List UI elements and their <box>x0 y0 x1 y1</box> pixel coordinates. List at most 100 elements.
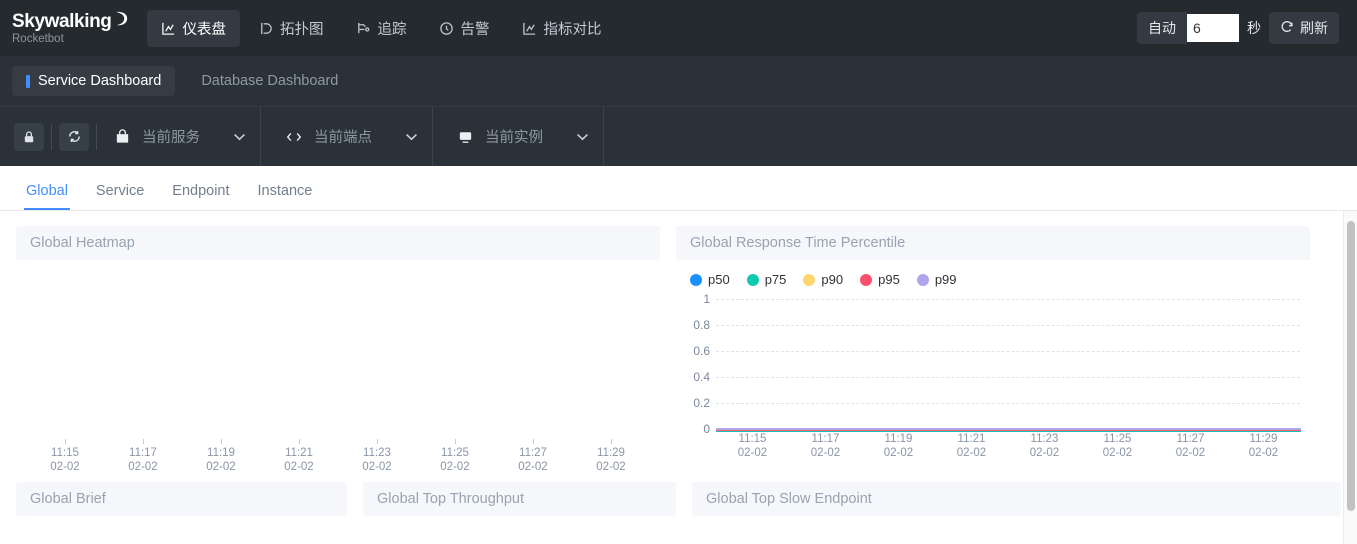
nav-item-trace[interactable]: 追踪 <box>342 10 421 47</box>
panel-global-top-throughput: Global Top Throughput <box>355 482 684 516</box>
legend-label-p99: p99 <box>934 272 957 287</box>
nav-item-alarm[interactable]: 告警 <box>425 10 504 47</box>
content-scrollbar-thumb[interactable] <box>1347 221 1355 511</box>
x-tick-label: 11:23 02-02 <box>1029 433 1060 459</box>
y-tick-label: 1 <box>703 292 710 306</box>
endpoint-code-icon <box>285 129 303 145</box>
selector-group-endpoint: 当前端点 <box>261 107 433 166</box>
chart-gridlines <box>716 299 1300 430</box>
lock-icon[interactable] <box>14 122 44 151</box>
top-navigation-bar: Skywalking Rocketbot 仪表盘 拓扑图 追踪 告警 指标对比 … <box>0 0 1357 56</box>
panel-title-brief: Global Brief <box>16 482 347 516</box>
nav-item-topology[interactable]: 拓扑图 <box>244 10 338 47</box>
x-tick-mark <box>64 439 66 444</box>
content-scrollbar-track[interactable] <box>1343 211 1357 544</box>
x-tick-mark <box>220 439 222 444</box>
legend-dot-p95 <box>860 273 873 286</box>
legend-item-p75[interactable]: p75 <box>746 272 787 287</box>
refresh-controls: 自动 秒 刷新 <box>1137 0 1339 56</box>
x-tick-mark <box>376 439 378 444</box>
selector-group-service: 当前服务 <box>0 107 261 166</box>
x-tick-label: 11:23 02-02 <box>338 439 416 474</box>
y-tick-label: 0.6 <box>693 344 710 358</box>
nav-label-trace: 追踪 <box>377 21 407 38</box>
heatmap-x-axis: 11:15 02-02 11:17 02-02 11:19 02-02 11:21 02-02… <box>26 439 650 474</box>
y-tick-label: 0.4 <box>693 370 710 384</box>
y-axis-labels: 1 0.8 0.6 0.4 0.2 0 <box>676 292 710 436</box>
legend-item-p90[interactable]: p90 <box>803 272 843 287</box>
x-tick-label: 11:17 02-02 <box>104 439 182 474</box>
dashboard-tab-database[interactable]: Database Dashboard <box>187 66 352 96</box>
legend-dot-p90 <box>803 273 816 286</box>
x-tick-mark <box>454 439 456 444</box>
dashboard-tab-service-label: Service Dashboard <box>38 73 162 89</box>
selector-endpoint-label: 当前端点 <box>314 130 372 146</box>
percentile-plot-area: 1 0.8 0.6 0.4 0.2 0 11:15 02-02 11:17 02-02 11:19… <box>676 292 1310 459</box>
dashboard-tab-service[interactable]: Service Dashboard <box>12 66 176 96</box>
dashboard-tab-database-label: Database Dashboard <box>201 73 339 89</box>
selector-instance[interactable]: 当前实例 <box>447 126 589 147</box>
legend-item-p99[interactable]: p99 <box>916 272 957 287</box>
chevron-down-icon[interactable] <box>233 130 246 144</box>
x-tick-label: 11:17 02-02 <box>810 433 841 459</box>
chevron-down-icon[interactable] <box>405 130 418 144</box>
x-tick-label: 11:27 02-02 <box>1175 433 1206 459</box>
chart-row-bottom: Global Brief Global Top Throughput Globa… <box>0 482 1357 516</box>
x-tick-mark <box>142 439 144 444</box>
tab-global[interactable]: Global <box>12 183 82 210</box>
auto-refresh-button[interactable]: 自动 <box>1137 12 1187 44</box>
dashboard-content: Global Heatmap 11:15 02-02 11:17 02-02 11:19… <box>0 211 1357 544</box>
nav-item-dashboard[interactable]: 仪表盘 <box>146 9 240 47</box>
app-logo[interactable]: Skywalking Rocketbot <box>0 10 147 46</box>
nav-label-topology: 拓扑图 <box>280 21 324 38</box>
compare-icon <box>522 21 537 36</box>
heatmap-chart[interactable]: 11:15 02-02 11:17 02-02 11:19 02-02 11:21 02-02… <box>16 260 660 482</box>
legend-dot-p50 <box>690 273 702 286</box>
x-tick-mark <box>298 439 300 444</box>
legend-label-p50: p50 <box>708 272 730 287</box>
x-axis-labels: 11:15 02-02 11:17 02-02 11:19 02-02 11:21 02-02… <box>716 432 1300 460</box>
chart-legend: p50 p75 p90 p95 p99 <box>676 260 1310 287</box>
trace-icon <box>356 21 371 36</box>
chart-row-top: Global Heatmap 11:15 02-02 11:17 02-02 11:19… <box>0 221 1357 482</box>
refresh-interval-input[interactable] <box>1187 14 1239 42</box>
gridline <box>716 325 1300 326</box>
reload-icon[interactable] <box>59 122 89 151</box>
chart-icon <box>161 21 176 36</box>
selector-endpoint[interactable]: 当前端点 <box>275 126 418 147</box>
legend-label-p95: p95 <box>878 272 900 287</box>
selector-service[interactable]: 当前服务 <box>104 126 246 147</box>
alarm-icon <box>439 21 454 36</box>
panel-title-heatmap: Global Heatmap <box>16 226 660 260</box>
panel-global-top-slow-endpoint: Global Top Slow Endpoint <box>684 482 1349 516</box>
topology-icon <box>258 21 273 36</box>
chevron-down-icon[interactable] <box>576 130 589 144</box>
legend-label-p90: p90 <box>821 272 844 287</box>
tab-instance[interactable]: Instance <box>244 183 327 210</box>
x-tick-label: 11:19 02-02 <box>182 439 260 474</box>
series-line-p99 <box>716 428 1301 430</box>
legend-item-p50[interactable]: p50 <box>690 272 730 287</box>
tab-endpoint[interactable]: Endpoint <box>158 183 243 210</box>
x-tick-mark <box>610 439 612 444</box>
y-tick-label: 0.8 <box>693 318 710 332</box>
tab-service[interactable]: Service <box>82 183 158 210</box>
refresh-button[interactable]: 刷新 <box>1269 12 1339 44</box>
nav-label-compare: 指标对比 <box>543 21 602 38</box>
panel-title-percentile: Global Response Time Percentile <box>676 226 1310 260</box>
refresh-label: 刷新 <box>1300 20 1328 36</box>
instance-monitor-icon <box>457 129 474 145</box>
main-nav: 仪表盘 拓扑图 追踪 告警 指标对比 <box>146 9 616 47</box>
legend-label-p75: p75 <box>764 272 787 287</box>
active-marker-icon <box>26 74 30 88</box>
toolbar-divider <box>51 123 52 150</box>
panel-global-heatmap: Global Heatmap 11:15 02-02 11:17 02-02 11:19… <box>8 221 668 482</box>
percentile-chart[interactable]: p50 p75 p90 p95 p99 1 0.8 0.6 0.4 0.2 0 11:15 02-0… <box>676 260 1310 482</box>
legend-item-p95[interactable]: p95 <box>860 272 900 287</box>
toolbar-divider <box>96 123 97 150</box>
selector-group-instance: 当前实例 <box>433 107 604 166</box>
logo-swoosh-icon <box>113 10 129 32</box>
logo-text: Skywalking <box>12 10 112 32</box>
nav-item-compare[interactable]: 指标对比 <box>508 10 616 47</box>
refresh-icon <box>1280 20 1294 37</box>
